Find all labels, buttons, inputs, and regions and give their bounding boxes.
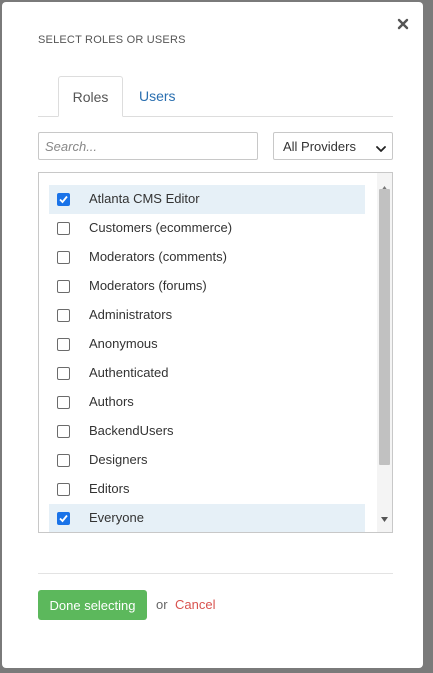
list-item-moderators-comments[interactable]: Moderators (comments) — [49, 243, 365, 272]
list-item-label: Moderators (comments) — [89, 249, 227, 264]
list-item-moderators-forums[interactable]: Moderators (forums) — [49, 272, 365, 301]
list-item-label: Designers — [89, 452, 148, 467]
tab-bar: Roles Users — [38, 76, 393, 117]
dialog-title: SELECT ROLES OR USERS — [38, 34, 186, 46]
list-item-everyone[interactable]: Everyone — [49, 504, 365, 532]
provider-select[interactable]: All Providers — [273, 132, 393, 160]
list-item-designers[interactable]: Designers — [49, 446, 365, 475]
checkbox[interactable] — [57, 338, 70, 351]
checkbox[interactable] — [57, 483, 70, 496]
list-item-anonymous[interactable]: Anonymous — [49, 330, 365, 359]
list-item-label: Authors — [89, 394, 134, 409]
close-icon[interactable] — [395, 16, 411, 32]
list-item-label: Customers (ecommerce) — [89, 220, 233, 235]
list-item-atlanta-cms-editor[interactable]: Atlanta CMS Editor — [49, 185, 365, 214]
list-scrollbar[interactable] — [377, 173, 392, 532]
list-item-label: Editors — [89, 481, 130, 496]
list-item-editors[interactable]: Editors — [49, 475, 365, 504]
checkbox[interactable] — [57, 396, 70, 409]
done-selecting-button[interactable]: Done selecting — [38, 590, 147, 620]
tab-roles[interactable]: Roles — [58, 76, 123, 117]
chevron-down-icon — [376, 142, 386, 152]
or-label: or — [156, 597, 168, 612]
list-item-label: Atlanta CMS Editor — [89, 191, 200, 206]
scroll-thumb[interactable] — [379, 189, 390, 465]
list-item-label: Authenticated — [89, 365, 169, 380]
search-input[interactable] — [38, 132, 258, 160]
list-item-backendusers[interactable]: BackendUsers — [49, 417, 365, 446]
checkbox[interactable] — [57, 251, 70, 264]
scroll-down-arrow-icon[interactable] — [381, 509, 388, 527]
list-item-label: Anonymous — [89, 336, 158, 351]
checkbox[interactable] — [57, 367, 70, 380]
list-item-label: Moderators (forums) — [89, 278, 207, 293]
list-item-authors[interactable]: Authors — [49, 388, 365, 417]
checkbox[interactable] — [57, 280, 70, 293]
roles-list: Atlanta CMS Editor Customers (ecommerce)… — [38, 172, 393, 533]
checkbox[interactable] — [57, 193, 70, 206]
list-item-label: BackendUsers — [89, 423, 174, 438]
tab-users[interactable]: Users — [123, 76, 192, 116]
list-item-authenticated[interactable]: Authenticated — [49, 359, 365, 388]
list-item-administrators[interactable]: Administrators — [49, 301, 365, 330]
checkbox[interactable] — [57, 425, 70, 438]
list-item-label: Everyone — [89, 510, 144, 525]
list-item-customers-ecommerce[interactable]: Customers (ecommerce) — [49, 214, 365, 243]
checkbox[interactable] — [57, 454, 70, 467]
select-roles-dialog: SELECT ROLES OR USERS Roles Users All Pr… — [2, 2, 423, 668]
checkbox[interactable] — [57, 512, 70, 525]
cancel-link[interactable]: Cancel — [175, 597, 215, 612]
checkbox[interactable] — [57, 222, 70, 235]
provider-select-value: All Providers — [283, 139, 356, 154]
checkbox[interactable] — [57, 309, 70, 322]
footer-divider — [38, 573, 393, 574]
list-item-label: Administrators — [89, 307, 173, 322]
